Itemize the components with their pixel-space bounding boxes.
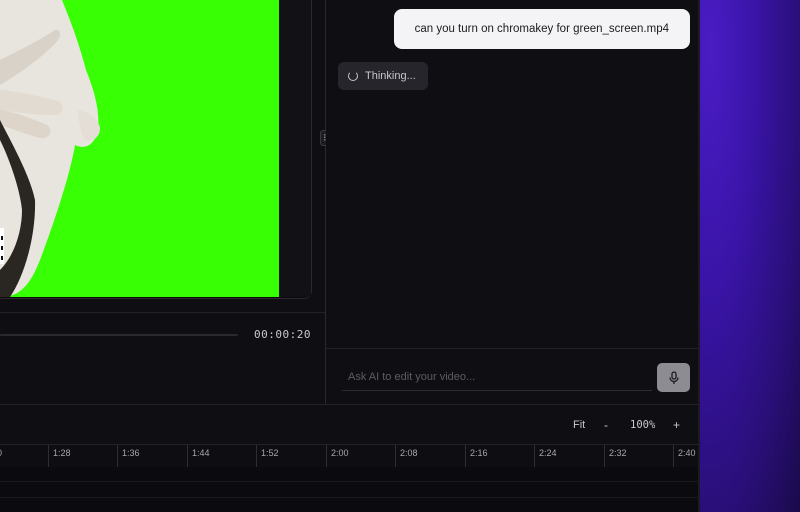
ruler-tick-label: 1:36: [122, 448, 140, 458]
video-editor-app: 00:00:20 ⠿ can you turn on chromakey for…: [0, 0, 700, 512]
player-controls: 00:00:20: [0, 312, 326, 405]
microphone-button[interactable]: [657, 363, 690, 392]
timeline-toolbar: Fit - 100% +: [0, 404, 700, 445]
ruler-tick: 2:24: [534, 445, 557, 467]
ruler-tick: 2:00: [326, 445, 349, 467]
track-separator: [0, 481, 700, 482]
loading-spinner-icon: [348, 71, 358, 81]
ruler-tick-label: 2:24: [539, 448, 557, 458]
ruler-tick-label: 1:28: [53, 448, 71, 458]
zoom-level: 100%: [630, 419, 656, 431]
ruler-tick-label: 2:32: [609, 448, 627, 458]
ruler-tick: 1:28: [48, 445, 71, 467]
ruler-tick-label: 1:52: [261, 448, 279, 458]
ruler-tick: 1:52: [256, 445, 279, 467]
zoom-fit-button[interactable]: Fit: [573, 419, 585, 431]
ai-chat-panel: can you turn on chromakey for green_scre…: [326, 0, 700, 404]
ruler-tick: 1:36: [117, 445, 140, 467]
ruler-tick: 2:08: [395, 445, 418, 467]
ruler-tick: 2:32: [604, 445, 627, 467]
assistant-status-bubble: Thinking...: [338, 62, 428, 90]
ruler-tick-label: 2:08: [400, 448, 418, 458]
current-timecode: 00:00:20: [254, 328, 311, 341]
video-subject: [0, 0, 100, 297]
zoom-out-button[interactable]: -: [604, 418, 608, 432]
video-side-gutter: [279, 0, 311, 297]
video-frame[interactable]: [0, 0, 279, 297]
ruler-tick-label: 2:16: [470, 448, 488, 458]
timeline-tracks[interactable]: [0, 467, 700, 512]
ruler-tick: 2:16: [465, 445, 488, 467]
ruler-tick-label: 1:44: [192, 448, 210, 458]
desktop-background: [700, 0, 800, 512]
user-message-bubble: can you turn on chromakey for green_scre…: [393, 9, 690, 49]
chat-input-area: [326, 348, 700, 405]
scrub-bar[interactable]: [0, 334, 238, 336]
timeline-ruler[interactable]: 0 1:28 1:36 1:44 1:52 2:00 2:08 2:16 2:2…: [0, 444, 700, 468]
chat-input[interactable]: [342, 363, 652, 391]
status-text: Thinking...: [365, 70, 416, 82]
ruler-tick-label: 2:40: [678, 448, 696, 458]
video-preview-panel: [0, 0, 312, 299]
ruler-tick-label: 0: [0, 448, 2, 458]
ruler-tick: 2:40: [673, 445, 696, 467]
track-separator: [0, 497, 700, 498]
ruler-tick-label: 2:00: [331, 448, 349, 458]
microphone-icon: [668, 370, 679, 384]
zoom-in-button[interactable]: +: [673, 418, 680, 432]
ruler-tick: 1:44: [187, 445, 210, 467]
